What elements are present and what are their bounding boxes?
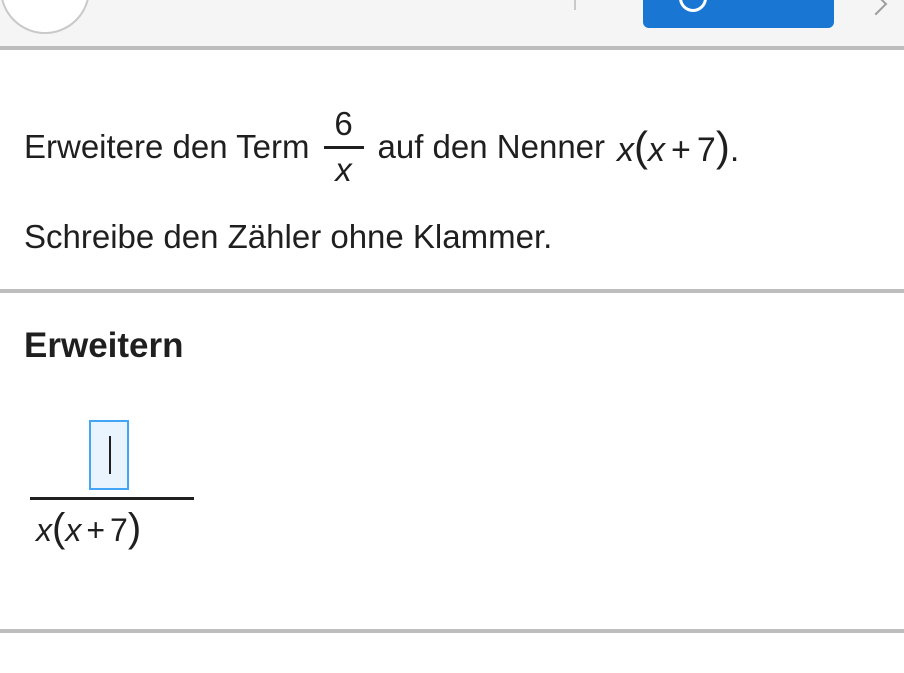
user-icon xyxy=(679,0,707,12)
chevron-right-icon[interactable] xyxy=(864,0,888,16)
task-prefix: Erweitere den Term xyxy=(24,128,310,165)
divider-top xyxy=(0,46,904,50)
top-action-button[interactable] xyxy=(643,0,834,28)
term-fraction: 6 x xyxy=(323,104,364,191)
term-denominator: x xyxy=(335,150,352,188)
den-paren-open: ( xyxy=(52,506,66,550)
target-denominator: x(x +7). xyxy=(617,123,739,171)
nenner-var1: x xyxy=(617,131,635,169)
top-toolbar xyxy=(0,0,904,46)
den-op: + xyxy=(86,512,106,548)
nenner-paren-open: ( xyxy=(634,123,649,170)
text-caret xyxy=(109,436,111,474)
den-var1: x xyxy=(36,512,52,548)
task-instruction: Schreibe den Zähler ohne Klammer. xyxy=(24,218,553,255)
nenner-var2: x xyxy=(648,131,666,169)
task-suffix: . xyxy=(729,131,740,169)
nenner-op: + xyxy=(671,131,691,169)
divider-middle xyxy=(0,289,904,293)
numerator-input[interactable] xyxy=(89,420,129,490)
section-title: Erweitern xyxy=(24,326,184,365)
den-const: 7 xyxy=(110,512,128,548)
nenner-const: 7 xyxy=(696,131,716,169)
toolbar-mark xyxy=(574,0,576,10)
den-var2: x xyxy=(65,512,82,548)
nenner-paren-close: ) xyxy=(715,123,730,170)
divider-bottom xyxy=(0,629,904,633)
den-paren-close: ) xyxy=(127,506,142,550)
answer-denominator: x(x +7) xyxy=(36,506,141,551)
avatar-circle[interactable] xyxy=(0,0,90,34)
task-middle: auf den Nenner xyxy=(377,128,606,165)
answer-fraction: x(x +7) xyxy=(30,416,194,576)
answer-fraction-bar xyxy=(30,497,194,500)
task-statement: Erweitere den Term 6 x auf den Nenner x(… xyxy=(24,92,739,202)
term-numerator: 6 xyxy=(334,104,353,142)
